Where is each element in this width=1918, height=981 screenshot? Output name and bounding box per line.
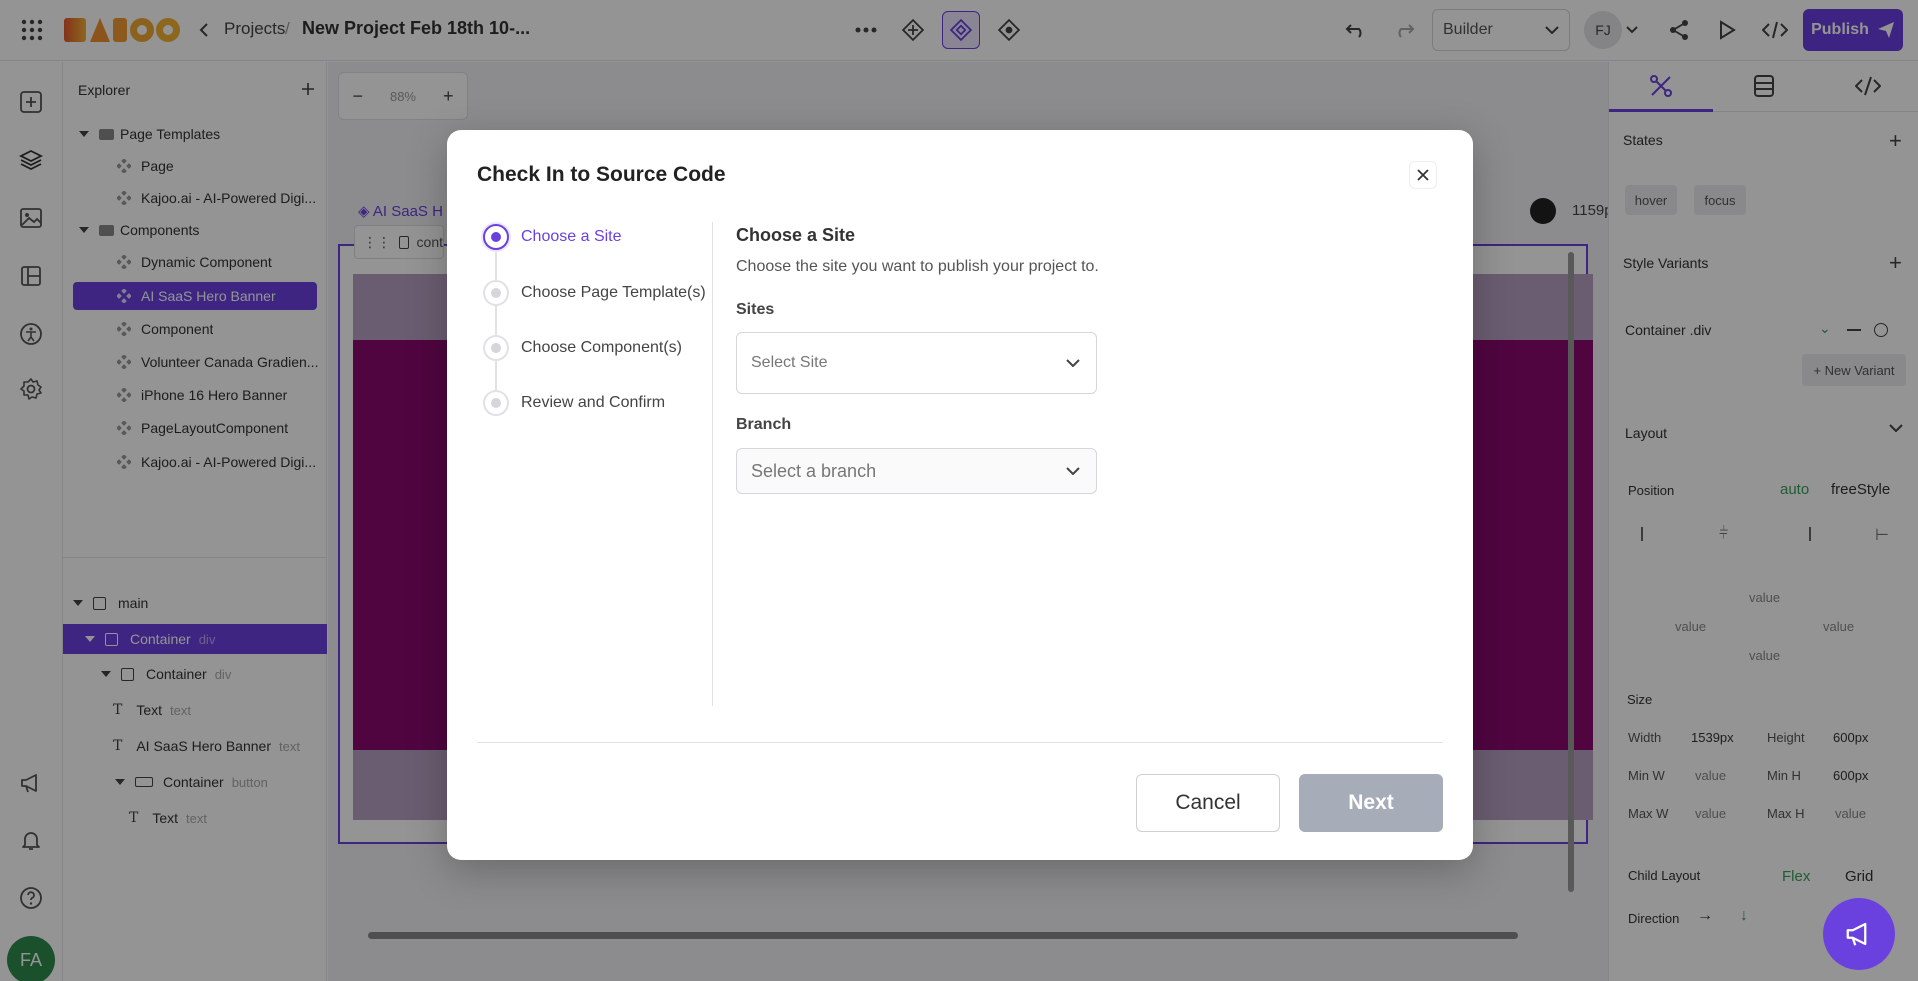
sites-label: Sites [736, 301, 775, 318]
step-choose-page-templates[interactable]: Choose Page Template(s) [483, 280, 706, 306]
cancel-button[interactable]: Cancel [1136, 774, 1280, 832]
sites-select[interactable]: Select Site [736, 332, 1097, 394]
support-chat-button[interactable] [1823, 898, 1895, 970]
chevron-down-icon [1066, 359, 1080, 367]
modal-vertical-divider [712, 222, 713, 706]
chevron-down-icon [1066, 467, 1080, 475]
check-in-modal: Check In to Source Code Choose a Site Ch… [447, 130, 1473, 860]
step-indicator-icon [483, 280, 509, 306]
step-indicator-icon [483, 390, 509, 416]
modal-title: Check In to Source Code [477, 163, 726, 186]
step-choose-components[interactable]: Choose Component(s) [483, 335, 682, 361]
branch-label: Branch [736, 416, 792, 433]
modal-footer-divider [477, 742, 1443, 743]
branch-select-placeholder: Select a branch [751, 460, 877, 481]
branch-select[interactable]: Select a branch [736, 448, 1097, 494]
step-heading: Choose a Site [736, 225, 856, 245]
stepper-line [495, 225, 497, 405]
next-button[interactable]: Next [1299, 774, 1443, 832]
megaphone-icon [1846, 922, 1867, 946]
step-description: Choose the site you want to publish your… [736, 258, 1099, 275]
close-icon[interactable] [1409, 161, 1437, 189]
step-indicator-icon [483, 224, 509, 250]
step-indicator-icon [483, 335, 509, 361]
sites-select-placeholder: Select Site [751, 354, 828, 371]
step-review-confirm[interactable]: Review and Confirm [483, 390, 665, 416]
step-choose-site[interactable]: Choose a Site [483, 224, 622, 250]
